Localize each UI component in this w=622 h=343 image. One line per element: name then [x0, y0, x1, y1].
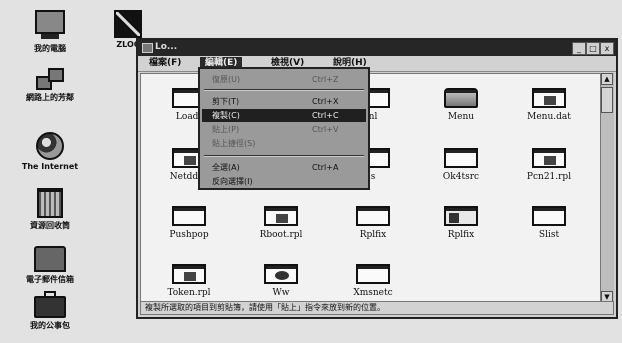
- desktop-icon-label: 資源回收筒: [30, 221, 70, 230]
- desktop-icon-label: 網路上的芳鄰: [26, 93, 74, 102]
- file-name: Menu: [447, 112, 475, 122]
- file-name: Menu.dat: [527, 112, 571, 122]
- zloc-icon: [114, 10, 142, 38]
- menu-item-paste-shortcut[interactable]: 貼上捷徑(S): [202, 137, 366, 150]
- file-item[interactable]: Menu: [419, 88, 503, 122]
- document-icon: [172, 264, 206, 284]
- desktop-icon-label: 我的公事包: [30, 321, 70, 330]
- menu-file[interactable]: 檔案(F): [144, 57, 186, 69]
- file-item[interactable]: Pushpop: [147, 206, 231, 240]
- network-icon: [36, 68, 64, 90]
- maximize-button[interactable]: □: [586, 42, 600, 55]
- menu-item-label: 複製(C): [212, 111, 240, 120]
- window-title: Lo...: [155, 42, 178, 52]
- drive-icon: [444, 88, 478, 108]
- menu-item-label: 復原(U): [212, 75, 241, 84]
- menu-separator: [204, 89, 364, 91]
- desktop-icon-label: 電子郵件信箱: [26, 275, 74, 284]
- menu-item-shortcut: Ctrl+V: [312, 125, 339, 134]
- file-name: Token.rpl: [167, 288, 211, 298]
- window-file-icon: [444, 148, 478, 168]
- file-name: Pcn21.rpl: [526, 172, 572, 182]
- window-file-icon: [172, 206, 206, 226]
- document-icon: [532, 88, 566, 108]
- file-name: Rboot.rpl: [259, 230, 303, 240]
- file-item[interactable]: Pcn21.rpl: [507, 148, 591, 182]
- ww-icon: [264, 264, 298, 284]
- desktop-icon-label: 我的電腦: [34, 44, 66, 53]
- menu-item-label: 貼上(P): [212, 125, 240, 134]
- recycle-bin-icon: [37, 188, 63, 218]
- file-name: Rplfix: [359, 230, 387, 240]
- file-item[interactable]: Rboot.rpl: [239, 206, 323, 240]
- title-bar[interactable]: Lo... _ □ x: [138, 40, 616, 56]
- file-name: Ww: [272, 288, 290, 298]
- window-file-icon: [356, 206, 390, 226]
- close-button[interactable]: x: [600, 42, 614, 55]
- menu-item-label: 反向選擇(I): [212, 177, 253, 186]
- window-file-icon: [356, 264, 390, 284]
- file-item[interactable]: Token.rpl: [147, 264, 231, 298]
- file-item[interactable]: Xmsnetc: [331, 264, 415, 298]
- desktop-icon-network[interactable]: 網路上的芳鄰: [0, 68, 100, 103]
- vertical-scrollbar[interactable]: ▲ ▼: [600, 73, 614, 303]
- file-name: Slist: [538, 230, 560, 240]
- scroll-thumb[interactable]: [601, 87, 613, 113]
- file-item[interactable]: Slist: [507, 206, 591, 240]
- menu-item-shortcut: Ctrl+Z: [312, 75, 339, 84]
- dll-icon: [444, 206, 478, 226]
- file-name: Pushpop: [169, 230, 209, 240]
- minimize-button[interactable]: _: [572, 42, 586, 55]
- menu-item-shortcut: Ctrl+C: [312, 111, 339, 120]
- scroll-up-button[interactable]: ▲: [601, 73, 613, 85]
- file-name: Xmsnetc: [353, 288, 393, 298]
- desktop-icon-internet[interactable]: The Internet: [0, 132, 100, 171]
- document-icon: [264, 206, 298, 226]
- menu-item-select-all[interactable]: 全選(A) Ctrl+A: [202, 161, 366, 174]
- file-name: Rplfix: [447, 230, 475, 240]
- menu-item-undo[interactable]: 復原(U) Ctrl+Z: [202, 73, 366, 86]
- document-icon: [532, 148, 566, 168]
- desktop-icon-briefcase[interactable]: 我的公事包: [0, 291, 100, 331]
- status-bar: 複製所選取的項目到剪貼簿，請使用「貼上」指令來放到新的位置。: [140, 301, 614, 315]
- menu-item-shortcut: Ctrl+A: [312, 163, 339, 172]
- menu-item-label: 貼上捷徑(S): [212, 139, 256, 148]
- file-item[interactable]: Ok4tsrc: [419, 148, 503, 182]
- desktop-icon-my-computer[interactable]: 我的電腦: [0, 10, 100, 54]
- menu-item-shortcut: Ctrl+X: [312, 97, 339, 106]
- file-item[interactable]: Rplfix: [331, 206, 415, 240]
- file-name: Ok4tsrc: [442, 172, 480, 182]
- file-item[interactable]: Ww: [239, 264, 323, 298]
- window-file-icon: [532, 206, 566, 226]
- computer-icon: [35, 10, 65, 39]
- globe-icon: [36, 132, 64, 160]
- file-item[interactable]: Menu.dat: [507, 88, 591, 122]
- menu-item-label: 剪下(T): [212, 97, 240, 106]
- desktop-icon-label: The Internet: [21, 162, 79, 171]
- inbox-icon: [34, 246, 66, 272]
- desktop-icon-inbox[interactable]: 電子郵件信箱: [0, 246, 100, 285]
- menu-separator: [204, 155, 364, 157]
- file-item[interactable]: Rplfix: [419, 206, 503, 240]
- folder-icon: [142, 43, 153, 53]
- edit-menu-dropdown: 復原(U) Ctrl+Z 剪下(T) Ctrl+X 複製(C) Ctrl+C 貼…: [198, 67, 370, 190]
- menu-item-paste[interactable]: 貼上(P) Ctrl+V: [202, 123, 366, 136]
- menu-item-cut[interactable]: 剪下(T) Ctrl+X: [202, 95, 366, 108]
- briefcase-icon: [34, 291, 66, 318]
- desktop-icon-recycle-bin[interactable]: 資源回收筒: [0, 188, 100, 231]
- menu-item-invert-selection[interactable]: 反向選擇(I): [202, 175, 366, 188]
- menu-item-copy[interactable]: 複製(C) Ctrl+C: [202, 109, 366, 122]
- menu-item-label: 全選(A): [212, 163, 240, 172]
